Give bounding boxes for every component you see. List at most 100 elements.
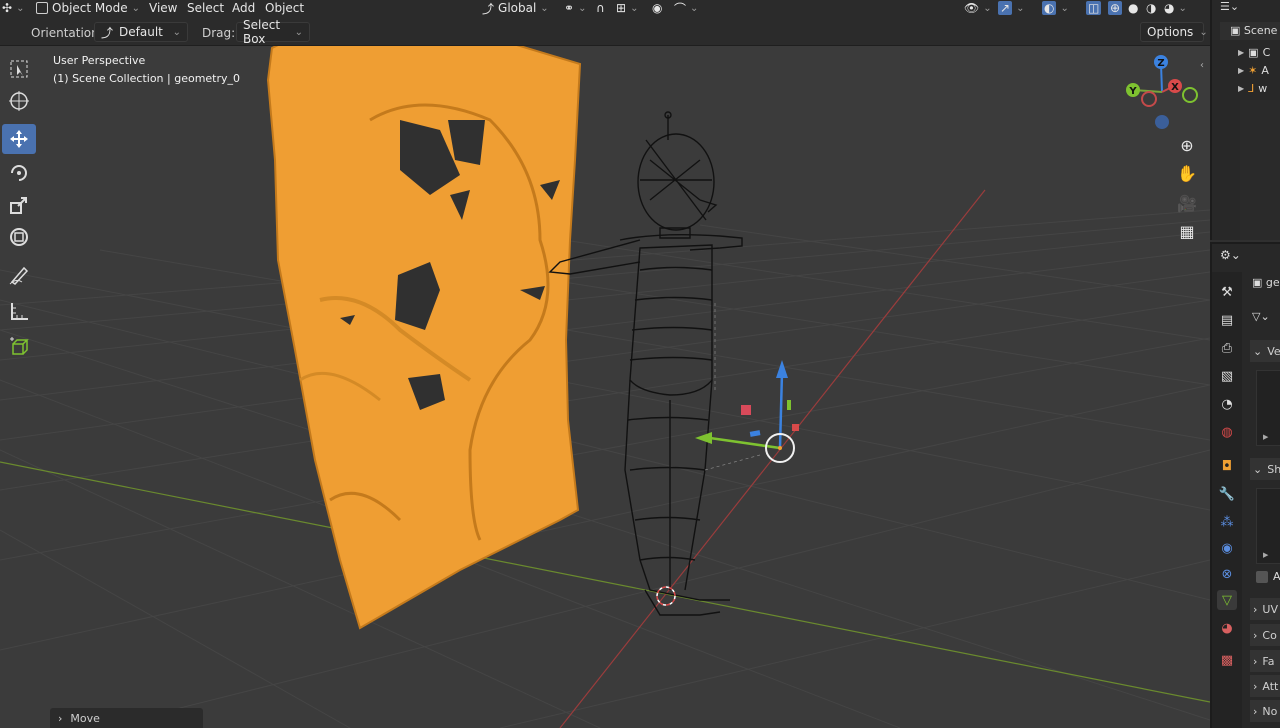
shape-keys-list[interactable]: ▶ — [1256, 488, 1280, 564]
proportional-edit-toggle[interactable]: ◉ — [652, 0, 662, 16]
armature-icon: ✶ — [1248, 64, 1258, 77]
tab-tool[interactable]: ⚒ — [1217, 282, 1237, 302]
gizmo-toggle[interactable]: ↗ ⌄ — [998, 0, 1024, 16]
menu-object[interactable]: Object — [265, 1, 304, 15]
gizmo-y-label: Y — [1128, 86, 1137, 97]
wireframe-character[interactable] — [548, 111, 743, 616]
object-name-field[interactable]: ▣ ge — [1252, 276, 1280, 289]
panel-normals[interactable]: › No — [1250, 700, 1280, 722]
chevron-right-icon: › — [1253, 602, 1258, 616]
visibility-button[interactable]: 👁 ⌄ — [964, 0, 992, 16]
add-rest-position-checkbox[interactable]: Ad — [1256, 570, 1280, 583]
sidebar-toggle[interactable]: ‹ — [1200, 60, 1204, 71]
snap-toggle[interactable]: ∩ — [596, 0, 605, 16]
empty-axes-icon: ⅃ — [1248, 82, 1255, 95]
navigation-gizmo[interactable]: Z X Y — [1126, 55, 1198, 129]
shading-material[interactable]: ◑ — [1146, 0, 1156, 16]
outliner-row-collection[interactable]: ▶ ▣ C — [1238, 46, 1270, 59]
tool-select-box[interactable] — [2, 54, 36, 84]
data-type-button[interactable]: ▽⌄ — [1252, 310, 1270, 323]
tab-material[interactable]: ◕ — [1217, 618, 1237, 638]
gizmo-z-label: Z — [1157, 58, 1164, 69]
snap-target-button[interactable]: ⊞ ⌄ — [616, 0, 638, 16]
xray-toggle[interactable]: ◫ — [1086, 0, 1102, 16]
shading-wireframe[interactable]: ⊕ — [1108, 0, 1123, 16]
menu-select[interactable]: Select — [187, 1, 224, 15]
last-operator-label: Move — [70, 711, 100, 725]
overlays-toggle[interactable]: ◐ ⌄ — [1042, 0, 1069, 16]
tool-scale[interactable] — [2, 190, 36, 220]
tab-texture[interactable]: ▩ — [1217, 650, 1237, 670]
properties-panel: ⚙⌄ ▣ ge ▽⌄ ⚒ ▤ ⎙ ▧ ◔ ◍ ◘ 🔧 ⁂ ◉ ⊗ ▽ ◕ ▩ ⌄… — [1210, 242, 1280, 728]
y-axis-line — [0, 461, 1210, 703]
viewport-collection-label: (1) Scene Collection | geometry_0 — [53, 72, 241, 85]
expand-triangle-icon: ▶ — [1238, 66, 1245, 75]
3d-cursor[interactable] — [656, 586, 676, 606]
object-name-text: ge — [1265, 276, 1280, 289]
menu-add[interactable]: Add — [232, 1, 255, 15]
panel-attributes-label: Att — [1262, 679, 1279, 693]
panel-attributes[interactable]: › Att — [1250, 675, 1280, 697]
tab-render[interactable]: ▤ — [1217, 310, 1237, 330]
tab-particles[interactable]: ⁂ — [1217, 512, 1237, 532]
3d-viewport[interactable]: Z X Y User Perspective (1) Scene Collect… — [0, 46, 1210, 728]
outliner-row-armature[interactable]: ▶ ✶ A — [1238, 64, 1269, 77]
tab-constraints[interactable]: ⊗ — [1217, 564, 1237, 584]
move-arrows-icon — [10, 130, 28, 148]
mode-dropdown[interactable]: Object Mode ⌄ — [36, 0, 140, 16]
tab-modifiers[interactable]: 🔧 — [1217, 484, 1237, 504]
outliner-scene-row[interactable]: ▣ Scene — [1220, 22, 1280, 40]
options-dropdown[interactable]: Options ⌄ — [1140, 22, 1208, 42]
tab-world[interactable]: ◍ — [1217, 422, 1237, 442]
tool-cursor[interactable] — [2, 86, 36, 116]
vertex-groups-list[interactable]: ▶ — [1256, 370, 1280, 446]
chevron-down-icon: ⌄ — [578, 2, 587, 14]
mode-label: Object Mode — [52, 1, 128, 15]
ortho-toggle-button[interactable]: ▦ — [1174, 218, 1200, 244]
render-icon: ▤ — [1220, 312, 1234, 328]
zoom-button[interactable]: ⊕ — [1174, 132, 1200, 158]
viewport-header: ✣ ⌄ Object Mode ⌄ View Select Add Object… — [0, 0, 1210, 18]
last-operator-panel[interactable]: › Move — [50, 708, 203, 728]
pivot-point-button[interactable]: ⚭ ⌄ — [564, 0, 586, 16]
menu-view[interactable]: View — [149, 1, 177, 15]
tab-object[interactable]: ◘ — [1217, 456, 1237, 476]
editor-type-button[interactable]: ✣ ⌄ — [2, 0, 28, 16]
outliner-editor-button[interactable]: ☰⌄ — [1220, 0, 1239, 16]
scale-icon — [10, 197, 27, 214]
falloff-button[interactable]: ⌒ ⌄ — [674, 0, 698, 16]
orientation-dropdown[interactable]: ⤴ Default ⌄ — [94, 22, 188, 42]
outliner-row-mesh[interactable]: ▶ ⅃ w — [1238, 82, 1267, 95]
tool-move[interactable] — [2, 124, 36, 154]
panel-uv-maps-label: UV — [1262, 602, 1278, 616]
chevron-down-icon: ⌄ — [131, 2, 140, 14]
selected-mesh[interactable] — [266, 46, 582, 630]
shading-rendered[interactable]: ◕ ⌄ — [1164, 0, 1187, 16]
panel-uv-maps[interactable]: › UV — [1250, 598, 1280, 620]
shading-solid[interactable]: ● — [1128, 0, 1138, 16]
tab-scene[interactable]: ◔ — [1217, 394, 1237, 414]
panel-color-attributes[interactable]: › Co — [1250, 624, 1280, 646]
tab-view-layer[interactable]: ▧ — [1217, 366, 1237, 386]
chevron-right-icon: › — [1253, 654, 1258, 668]
tool-add-cube[interactable] — [2, 332, 36, 362]
tool-rotate[interactable] — [2, 158, 36, 188]
transform-orientation-dropdown[interactable]: ⤴ Global ⌄ — [482, 0, 549, 16]
panel-face-maps[interactable]: › Fa — [1250, 650, 1280, 672]
tab-physics[interactable]: ◉ — [1217, 538, 1237, 558]
drag-dropdown[interactable]: Select Box ⌄ — [236, 18, 310, 46]
properties-editor-button[interactable]: ⚙⌄ — [1220, 248, 1241, 262]
material-shading-icon: ◑ — [1146, 1, 1157, 15]
tab-output[interactable]: ⎙ — [1217, 338, 1237, 358]
tool-measure[interactable] — [2, 296, 36, 326]
tool-transform[interactable] — [2, 222, 36, 252]
panel-vertex-groups[interactable]: ⌄ Ve — [1250, 340, 1280, 362]
tool-annotate[interactable] — [2, 260, 36, 290]
tab-mesh-data[interactable]: ▽ — [1217, 590, 1237, 610]
output-printer-icon: ⎙ — [1221, 340, 1233, 356]
outliner-empty-area — [1240, 100, 1280, 240]
panel-shape-keys[interactable]: ⌄ Sh — [1250, 458, 1280, 480]
camera-view-button[interactable]: 🎥 — [1174, 190, 1200, 216]
pan-button[interactable]: ✋ — [1174, 160, 1200, 186]
mesh-triangle-icon: ▽ — [1222, 592, 1232, 608]
